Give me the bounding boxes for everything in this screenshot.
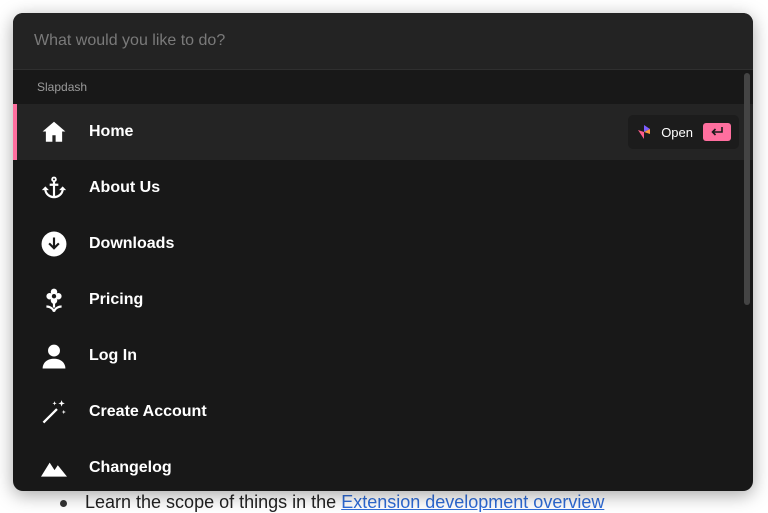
enter-key-icon <box>703 123 731 141</box>
command-item-downloads[interactable]: Downloads <box>13 216 753 272</box>
user-icon <box>40 342 68 370</box>
command-item-home[interactable]: Home Open <box>13 104 753 160</box>
mountain-icon <box>40 454 68 482</box>
command-item-pricing[interactable]: Pricing <box>13 272 753 328</box>
command-palette: Slapdash Home Open <box>13 13 753 491</box>
background-link[interactable]: Extension development overview <box>341 492 604 512</box>
command-item-log-in[interactable]: Log In <box>13 328 753 384</box>
command-item-label: Changelog <box>89 459 172 476</box>
command-item-label: Create Account <box>89 403 207 420</box>
slapdash-logo-icon <box>638 125 651 139</box>
command-item-label: Downloads <box>89 235 175 252</box>
command-list: Home Open About Us Downloads Pricing Log… <box>13 104 753 491</box>
background-text: Learn the scope of things in the <box>85 492 342 512</box>
section-label: Slapdash <box>37 80 88 94</box>
open-action-label: Open <box>661 124 693 140</box>
command-item-changelog[interactable]: Changelog <box>13 440 753 491</box>
flower-icon <box>40 286 68 314</box>
bullet-icon <box>60 499 67 507</box>
home-icon <box>40 118 68 146</box>
search-input[interactable] <box>32 31 716 51</box>
search-bar <box>13 13 753 70</box>
background-text-line: Learn the scope of things in the Extensi… <box>60 492 604 513</box>
command-item-label: Home <box>89 123 134 140</box>
command-item-label: About Us <box>89 179 161 196</box>
anchor-icon <box>40 174 68 202</box>
command-item-create-account[interactable]: Create Account <box>13 384 753 440</box>
download-circle-icon <box>40 230 68 258</box>
command-item-label: Pricing <box>89 291 144 308</box>
magic-wand-icon <box>40 398 68 426</box>
open-action-button[interactable]: Open <box>628 115 739 149</box>
command-item-about-us[interactable]: About Us <box>13 160 753 216</box>
command-item-label: Log In <box>89 347 137 364</box>
scrollbar[interactable] <box>744 73 750 305</box>
